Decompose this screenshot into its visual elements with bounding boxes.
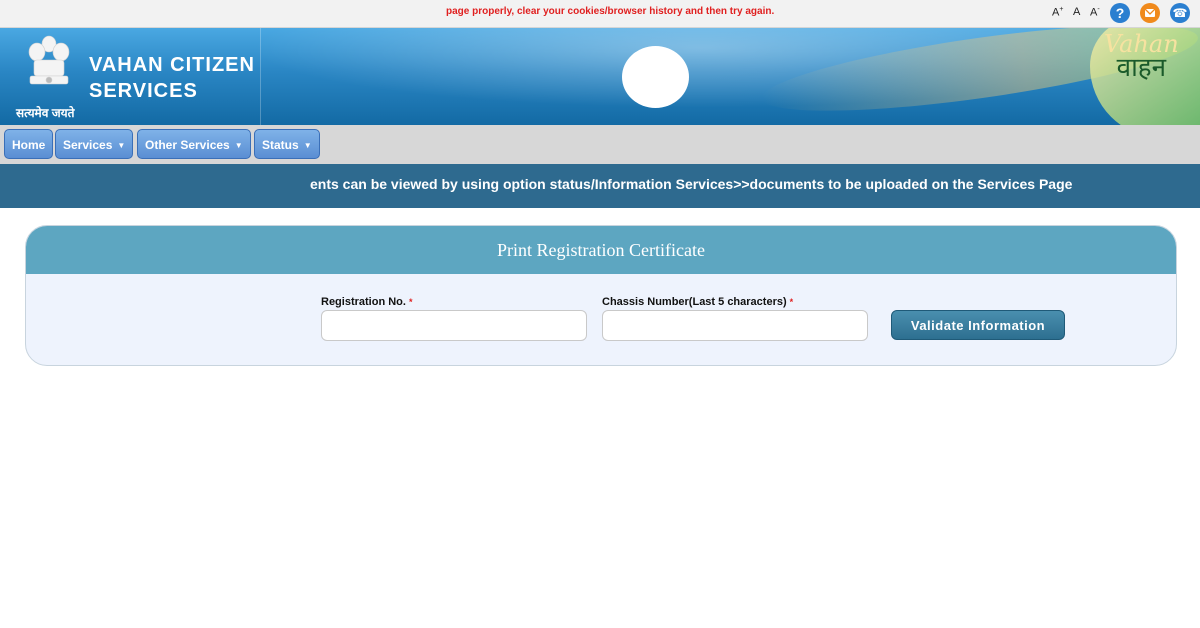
browser-notice-text: page properly, clear your cookies/browse…	[446, 6, 775, 17]
required-marker: *	[789, 297, 794, 307]
national-emblem-icon	[28, 35, 70, 85]
font-increase-button[interactable]: A+	[1052, 6, 1063, 19]
scrolling-notice: ents can be viewed by using option statu…	[0, 164, 1200, 208]
header-circle-graphic	[622, 46, 689, 108]
print-rc-panel: Print Registration Certificate Registrat…	[25, 225, 1177, 366]
chassis-number-input[interactable]	[602, 310, 868, 341]
panel-header: Print Registration Certificate	[26, 226, 1176, 274]
validate-information-button[interactable]: Validate Information	[891, 310, 1065, 340]
nav-status[interactable]: Status ▼	[254, 129, 320, 159]
font-normal-button[interactable]: A	[1073, 6, 1080, 18]
phone-icon[interactable]: ☎	[1170, 3, 1190, 23]
top-notice-bar: page properly, clear your cookies/browse…	[0, 0, 1200, 28]
envelope-icon	[1144, 8, 1156, 17]
nav-other-services[interactable]: Other Services ▼	[137, 129, 251, 159]
registration-label: Registration No. *	[321, 296, 413, 308]
registration-number-input[interactable]	[321, 310, 587, 341]
required-marker: *	[408, 297, 413, 307]
scrolling-notice-text: ents can be viewed by using option statu…	[310, 176, 1073, 192]
site-title: VAHAN CITIZEN SERVICES	[89, 54, 255, 102]
emblem-motto: सत्यमेव जयते	[16, 106, 75, 120]
panel-title: Print Registration Certificate	[497, 240, 705, 260]
mail-icon[interactable]	[1140, 3, 1160, 23]
chassis-label: Chassis Number(Last 5 characters) *	[602, 296, 794, 308]
vahan-logo: Vahan वाहन	[1104, 30, 1179, 83]
font-decrease-button[interactable]: A-	[1090, 6, 1100, 19]
chevron-down-icon: ▼	[303, 141, 312, 150]
main-nav: Home Services ▼ Other Services ▼ Status ▼	[0, 125, 1200, 164]
nav-services[interactable]: Services ▼	[55, 129, 134, 159]
help-icon[interactable]: ?	[1110, 3, 1130, 23]
chevron-down-icon: ▼	[117, 141, 126, 150]
chevron-down-icon: ▼	[234, 141, 243, 150]
nav-home[interactable]: Home	[4, 129, 54, 159]
header-divider	[260, 28, 261, 125]
site-header: सत्यमेव जयते VAHAN CITIZEN SERVICES Vaha…	[0, 28, 1200, 125]
